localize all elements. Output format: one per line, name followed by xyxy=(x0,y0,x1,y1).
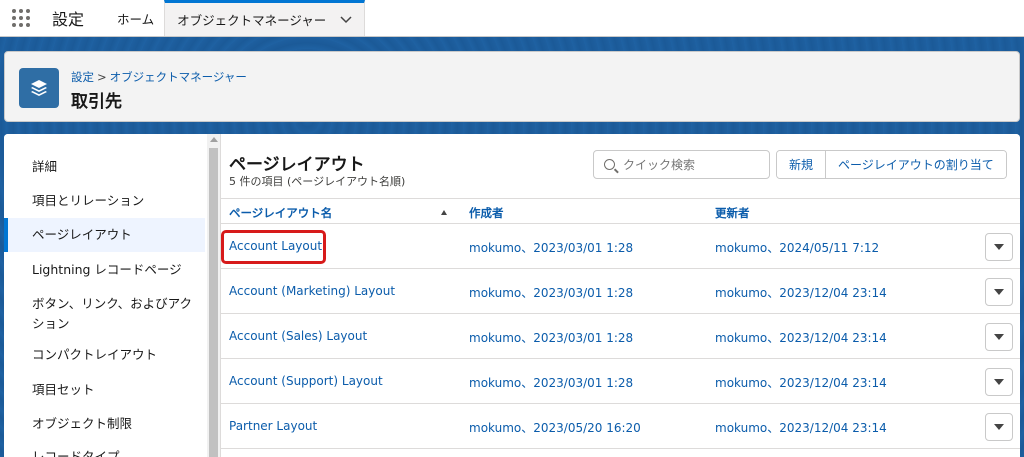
chevron-down-icon[interactable] xyxy=(340,13,352,27)
column-header-name[interactable]: ページレイアウト名 xyxy=(229,205,332,221)
tab-home[interactable]: ホーム xyxy=(106,0,164,36)
modified-by[interactable]: mokumo、2023/12/04 23:14 xyxy=(715,419,887,436)
created-by[interactable]: mokumo、2023/03/01 1:28 xyxy=(469,329,633,346)
page-layouts-panel: ページレイアウト 5 件の項目 (ページレイアウト名順) 新規 ページレイアウト… xyxy=(220,134,1020,457)
layout-name-link[interactable]: Account (Marketing) Layout xyxy=(229,284,395,298)
chevron-down-icon xyxy=(994,379,1004,385)
chevron-down-icon xyxy=(994,334,1004,340)
page-layouts-table: ページレイアウト名 作成者 更新者 Account Layout mokumo、… xyxy=(221,198,1020,449)
app-name: 設定 xyxy=(52,10,85,29)
new-button[interactable]: 新規 xyxy=(777,151,826,178)
row-actions-button[interactable] xyxy=(985,413,1013,441)
section-title: ページレイアウト xyxy=(229,155,365,175)
quick-search[interactable] xyxy=(593,150,770,179)
sidebar-item-buttons-links-actions[interactable]: ボタン、リンク、およびアクション xyxy=(4,294,194,334)
modified-by[interactable]: mokumo、2023/12/04 23:14 xyxy=(715,284,887,301)
sidebar-item-compact-layouts[interactable]: コンパクトレイアウト xyxy=(4,345,205,365)
sidebar: 詳細 項目とリレーション ページレイアウト Lightning レコードページ … xyxy=(4,134,205,457)
layers-icon xyxy=(19,68,59,108)
sidebar-item-fields-relationships[interactable]: 項目とリレーション xyxy=(4,191,205,211)
highlight-box xyxy=(221,230,326,264)
sidebar-item-lightning-record-pages[interactable]: Lightning レコードページ xyxy=(4,260,205,280)
row-actions-button[interactable] xyxy=(985,233,1013,261)
page-title: 取引先 xyxy=(71,92,122,112)
layout-name-link[interactable]: Account (Support) Layout xyxy=(229,374,383,388)
layout-name-link[interactable]: Partner Layout xyxy=(229,419,317,433)
row-actions-button[interactable] xyxy=(985,323,1013,351)
row-actions-button[interactable] xyxy=(985,278,1013,306)
table-header: ページレイアウト名 作成者 更新者 xyxy=(221,198,1020,224)
modified-by[interactable]: mokumo、2023/12/04 23:14 xyxy=(715,374,887,391)
search-icon xyxy=(604,159,615,170)
sidebar-scrollbar[interactable] xyxy=(207,134,220,457)
created-by[interactable]: mokumo、2023/05/20 16:20 xyxy=(469,419,641,436)
chevron-down-icon xyxy=(994,289,1004,295)
table-row: Account (Support) Layout mokumo、2023/03/… xyxy=(221,359,1020,404)
table-row: Partner Layout mokumo、2023/05/20 16:20 m… xyxy=(221,404,1020,449)
layout-name-link[interactable]: Account (Sales) Layout xyxy=(229,329,367,343)
table-row: Account (Marketing) Layout mokumo、2023/0… xyxy=(221,269,1020,314)
modified-by[interactable]: mokumo、2023/12/04 23:14 xyxy=(715,329,887,346)
breadcrumb-separator: > xyxy=(97,70,107,84)
content-panel: 詳細 項目とリレーション ページレイアウト Lightning レコードページ … xyxy=(4,134,1020,457)
sidebar-item-record-types[interactable]: レコードタイプ xyxy=(4,447,205,457)
chevron-down-icon xyxy=(994,424,1004,430)
top-nav: 設定 ホーム オブジェクトマネージャー xyxy=(0,0,1024,37)
column-header-modified-by[interactable]: 更新者 xyxy=(715,205,750,221)
sidebar-item-field-sets[interactable]: 項目セット xyxy=(4,380,205,400)
breadcrumb-setup[interactable]: 設定 xyxy=(71,70,94,84)
object-header: 設定 > オブジェクトマネージャー 取引先 xyxy=(4,51,1020,122)
breadcrumb-object-manager[interactable]: オブジェクトマネージャー xyxy=(110,70,247,84)
tab-object-manager[interactable]: オブジェクトマネージャー xyxy=(164,0,366,36)
chevron-down-icon xyxy=(994,244,1004,250)
sidebar-item-details[interactable]: 詳細 xyxy=(4,157,205,177)
row-actions-button[interactable] xyxy=(985,368,1013,396)
quick-search-input[interactable] xyxy=(623,157,763,172)
item-count: 5 件の項目 (ページレイアウト名順) xyxy=(229,175,406,188)
table-row: Account Layout mokumo、2023/03/01 1:28 mo… xyxy=(221,224,1020,269)
created-by[interactable]: mokumo、2023/03/01 1:28 xyxy=(469,239,633,256)
action-buttons: 新規 ページレイアウトの割り当て xyxy=(776,150,1007,179)
sidebar-item-object-limits[interactable]: オブジェクト制限 xyxy=(4,414,205,434)
modified-by[interactable]: mokumo、2024/05/11 7:12 xyxy=(715,239,879,256)
created-by[interactable]: mokumo、2023/03/01 1:28 xyxy=(469,374,633,391)
created-by[interactable]: mokumo、2023/03/01 1:28 xyxy=(469,284,633,301)
sidebar-item-page-layouts[interactable]: ページレイアウト xyxy=(4,218,205,252)
tab-object-manager-label: オブジェクトマネージャー xyxy=(177,13,327,28)
page-layout-assignment-button[interactable]: ページレイアウトの割り当て xyxy=(825,151,1006,178)
sort-ascending-icon[interactable] xyxy=(441,210,447,215)
scroll-up-icon[interactable] xyxy=(210,137,218,142)
scroll-thumb[interactable] xyxy=(209,148,218,457)
table-row: Account (Sales) Layout mokumo、2023/03/01… xyxy=(221,314,1020,359)
breadcrumb: 設定 > オブジェクトマネージャー xyxy=(71,69,247,85)
column-header-created-by[interactable]: 作成者 xyxy=(469,205,504,221)
app-launcher-icon[interactable] xyxy=(0,0,42,36)
